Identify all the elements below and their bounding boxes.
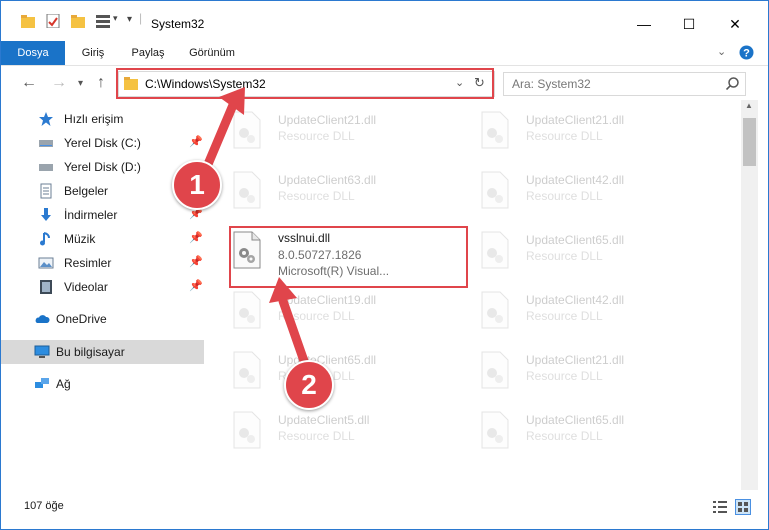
explorer-window: ▾ ▾ | System32 — ☐ ✕ Dosya Giriş Paylaş … [0, 0, 769, 530]
arrow-2 [278, 296, 309, 366]
annotation-arrows [201, 87, 309, 366]
callout-badge-2: 2 [284, 360, 334, 410]
callout-badge-1: 1 [172, 160, 222, 210]
arrow-2-head [269, 277, 297, 303]
arrow-1 [201, 100, 238, 174]
